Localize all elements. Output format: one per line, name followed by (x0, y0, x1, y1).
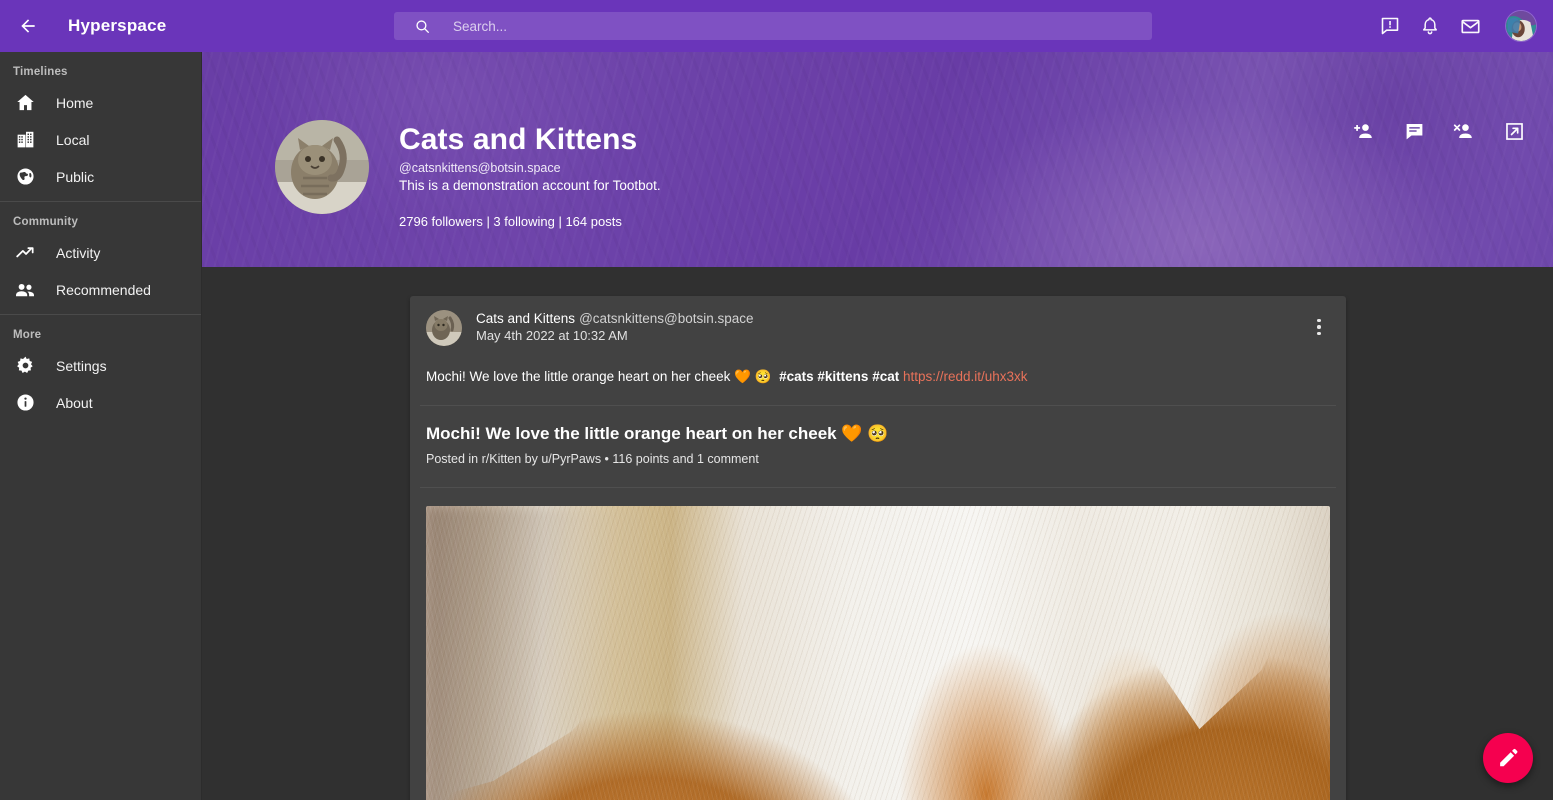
post-author-name[interactable]: Cats and Kittens (476, 311, 575, 326)
post-author-handle[interactable]: @catsnkittens@botsin.space (579, 311, 754, 326)
sidebar-item-label: Recommended (56, 281, 151, 298)
sidebar-item-label: About (56, 394, 93, 411)
profile-handle: @catsnkittens@botsin.space (399, 161, 561, 176)
announcements-icon[interactable] (1377, 13, 1403, 39)
heart-emoji: 🧡 (841, 423, 863, 443)
profile-stats: 2796 followers | 3 following | 164 posts (399, 214, 622, 230)
gear-icon (13, 354, 37, 378)
feed: Cats and Kittens @catsnkittens@botsin.spa… (202, 267, 1553, 800)
pleading-face-emoji: 🥺 (754, 369, 772, 384)
profile-summary: Cats and Kittens @catsnkittens@botsin.sp… (275, 120, 661, 229)
post-avatar-image (426, 310, 462, 346)
top-app-bar: Hyperspace (0, 0, 1553, 52)
sidebar-item-about[interactable]: About (0, 384, 201, 421)
post-content: Mochi! We love the little orange heart o… (410, 346, 1346, 387)
sidebar-item-local[interactable]: Local (0, 121, 201, 158)
post-external-link[interactable]: https://redd.it/uhx3xk (903, 369, 1028, 384)
sidebar-item-label: Public (56, 168, 95, 185)
link-preview-card: Mochi! We love the little orange heart o… (410, 406, 1346, 466)
post-card: Cats and Kittens @catsnkittens@botsin.spa… (410, 296, 1346, 800)
search-bar[interactable] (394, 12, 1152, 40)
block-user-icon[interactable] (1451, 118, 1477, 144)
profile-display-name: Cats and Kittens (399, 123, 638, 156)
info-icon (13, 391, 37, 415)
hashtag-cat[interactable]: #cat (872, 369, 899, 384)
sidebar-item-label: Settings (56, 357, 107, 374)
sidebar-item-label: Local (56, 131, 90, 148)
link-preview-title[interactable]: Mochi! We love the little orange heart o… (426, 423, 1330, 444)
heart-emoji: 🧡 (734, 369, 751, 384)
sidebar-item-public[interactable]: Public (0, 158, 201, 195)
compose-button[interactable] (1483, 733, 1533, 783)
open-external-icon[interactable] (1501, 118, 1527, 144)
app-title: Hyperspace (68, 16, 167, 35)
notifications-bell-icon[interactable] (1417, 13, 1443, 39)
sidebar-item-label: Home (56, 94, 94, 111)
building-icon (13, 128, 37, 152)
more-vertical-icon[interactable] (1306, 312, 1332, 342)
menu-dot (1317, 325, 1321, 329)
profile-action-bar (1351, 118, 1527, 144)
search-icon (414, 18, 431, 35)
sidebar-section-more: More (13, 329, 42, 341)
sidebar-item-activity[interactable]: Activity (0, 234, 201, 271)
hashtag-kittens[interactable]: #kittens (817, 369, 868, 384)
search-input[interactable] (431, 12, 1152, 40)
profile-avatar[interactable] (275, 120, 369, 214)
post-timestamp: May 4th 2022 at 10:32 AM (476, 328, 628, 343)
message-icon[interactable] (1401, 118, 1427, 144)
appbar-actions (1377, 0, 1543, 52)
globe-icon (13, 165, 37, 189)
menu-dot (1317, 331, 1321, 336)
menu-dot (1317, 318, 1321, 323)
profile-banner: Cats and Kittens @catsnkittens@botsin.sp… (202, 52, 1553, 267)
hashtag-cats[interactable]: #cats (779, 369, 814, 384)
link-preview-title-text: Mochi! We love the little orange heart o… (426, 423, 842, 443)
trending-up-icon (13, 241, 37, 265)
post-author-avatar[interactable] (426, 310, 462, 346)
link-preview-image[interactable] (426, 505, 1330, 800)
sidebar-item-label: Activity (56, 244, 101, 261)
profile-avatar-image (275, 120, 369, 214)
people-icon (13, 278, 37, 302)
post-header: Cats and Kittens @catsnkittens@botsin.spa… (410, 310, 1346, 346)
avatar-image (1506, 11, 1536, 41)
sidebar-item-settings[interactable]: Settings (0, 347, 201, 384)
pleading-face-emoji: 🥺 (867, 423, 889, 443)
user-avatar[interactable] (1505, 10, 1537, 42)
profile-bio: This is a demonstration account for Toot… (399, 178, 661, 194)
follow-icon[interactable] (1351, 118, 1377, 144)
home-icon (13, 91, 37, 115)
sidebar-item-recommended[interactable]: Recommended (0, 271, 201, 308)
feed-scrollbar[interactable] (1547, 267, 1553, 800)
link-preview-meta: Posted in r/Kitten by u/PyrPaws • 116 po… (426, 451, 759, 466)
arrow-left-icon (21, 19, 35, 33)
messages-envelope-icon[interactable] (1457, 13, 1483, 39)
sidebar-section-community: Community (13, 216, 79, 228)
link-preview-divider (420, 486, 1336, 488)
sidebar: Timelines Home Local Public Community Ac… (0, 52, 202, 800)
sidebar-section-timelines: Timelines (13, 66, 68, 78)
back-button[interactable] (8, 6, 48, 46)
sidebar-item-home[interactable]: Home (0, 84, 201, 121)
post-text: Mochi! We love the little orange heart o… (426, 369, 735, 384)
pencil-icon (1500, 748, 1518, 767)
